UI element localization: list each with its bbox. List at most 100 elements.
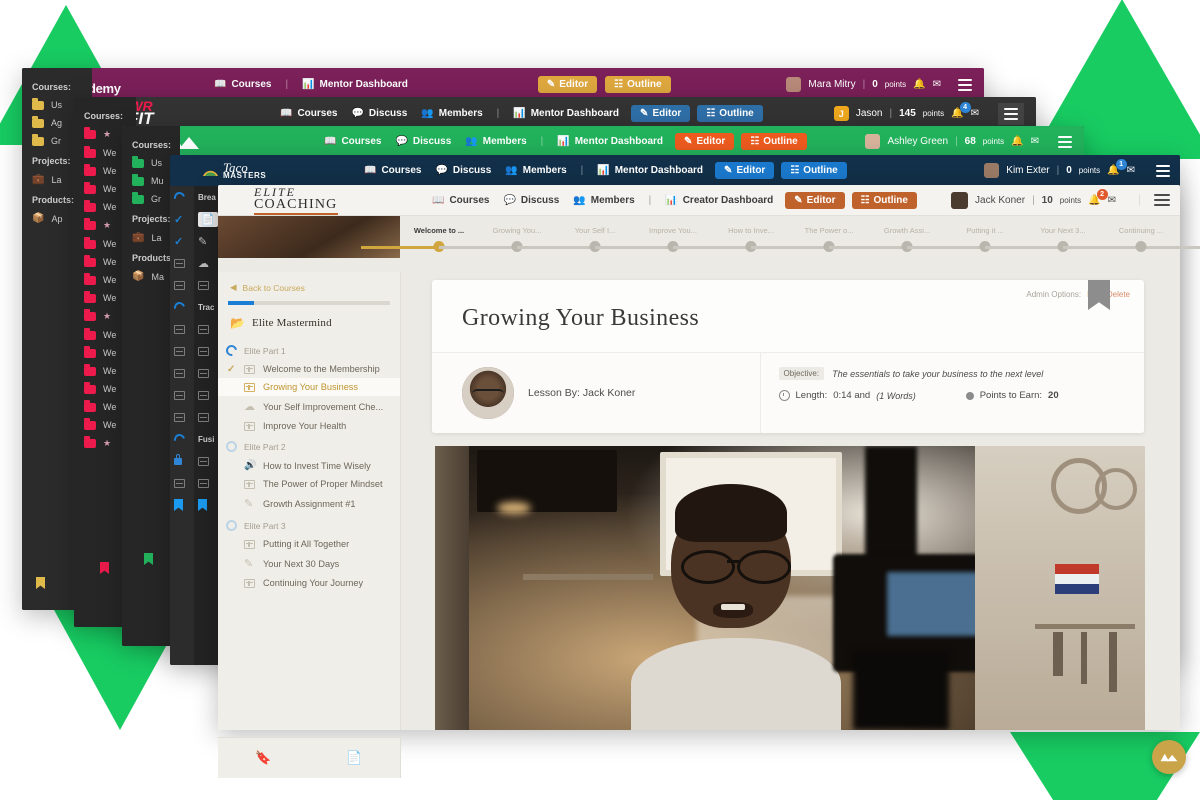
floating-action-button[interactable] [1152,740,1186,774]
folder-icon [132,155,144,168]
progress-step[interactable]: Improve You... [595,226,751,254]
user-menu-pwr-fit[interactable]: J Jason | 145 points 🔔 4 ✉ [833,102,1024,125]
nav-link-courses[interactable]: 📖 Courses [364,165,421,176]
inbox-icon[interactable]: ✉ [971,108,979,119]
nav-link-mentor-dashboard[interactable]: 📊 Mentor Dashboard [597,165,703,176]
nav-link-courses[interactable]: 📖 Courses [432,195,489,206]
inbox-icon[interactable]: ✉ [933,79,941,90]
nav-link-courses[interactable]: 📖 Courses [214,79,271,90]
sidebar-item-label: We [103,384,117,394]
lesson-list-item[interactable]: The Power of Proper Mindset [218,475,400,493]
bookmark-icon[interactable]: 🔖 [255,750,271,766]
logo-taco-masters[interactable]: Taco MASTERS [180,161,322,180]
notifications-bell-icon[interactable]: 🔔 [1011,136,1023,147]
users-icon: 👥 [421,108,434,119]
nav-link-discuss[interactable]: 💬 Discuss [351,108,407,119]
hamburger-menu-icon[interactable] [998,102,1024,125]
progress-step[interactable]: Your Next 3... [985,226,1141,254]
inbox-icon[interactable]: ✉ [1108,195,1116,206]
navbar-taco-masters: Taco MASTERS 📖 Courses 💬 Discuss 👥 Members … [170,155,1180,186]
nav-link-mentor-dashboard[interactable]: 📊 Mentor Dashboard [557,136,663,147]
notifications-bell-icon[interactable]: 🔔 4 [951,102,971,119]
lesson-section-title: Elite Part 3 [244,521,286,531]
notifications-bell-icon[interactable]: 🔔 2 [1088,188,1108,206]
nav-link-members[interactable]: 👥 Members [465,136,526,147]
course-title-row[interactable]: 📂 Elite Mastermind [218,313,400,339]
nav-link-mentor-dashboard[interactable]: 📊 Mentor Dashboard [513,108,619,119]
nav-label: Courses [231,79,272,90]
editor-button[interactable]: ✎ Editor [631,105,691,122]
nav-link-discuss[interactable]: 💬 Discuss [435,165,491,176]
slides-icon [244,578,255,588]
progress-step[interactable]: Welcome to ... [361,226,517,254]
progress-step[interactable]: Growing You... [439,226,595,254]
lesson-list-item[interactable]: ✓ Welcome to the Membership [218,360,400,378]
outline-button[interactable]: ☷ Outline [851,191,917,209]
nav-link-discuss[interactable]: 💬 Discuss [395,136,451,147]
delete-link[interactable]: Delete [1107,290,1130,299]
box-icon: 📦 [32,213,45,224]
hamburger-menu-icon[interactable] [1139,194,1170,206]
taco-icon [203,170,218,176]
lesson-section-header[interactable]: Elite Part 1 [218,339,400,360]
lesson-label: How to Invest Time Wisely [263,460,371,471]
lesson-list-item[interactable]: Growing Your Business [218,378,400,396]
screenshot-stage: App Academy 📖 Courses | 📊 Mentor Dashboa… [0,0,1200,800]
progress-step[interactable]: Your Self I... [517,226,673,254]
hamburger-menu-icon[interactable] [958,78,972,91]
user-menu-mountain[interactable]: Ashley Green | 68 points 🔔 ✉ [865,134,1072,149]
lesson-list-item[interactable]: Improve Your Health [218,417,400,435]
length-words: (1 Words) [876,390,916,401]
user-menu-app-academy[interactable]: Mara Mitry | 0 points 🔔 ✉ [786,77,972,92]
nav-link-mentor-dashboard[interactable]: 📊 Mentor Dashboard [302,79,408,90]
progress-step[interactable]: How to Inve... [673,226,829,254]
lesson-section-header[interactable]: Elite Part 2 [218,435,400,456]
editor-button[interactable]: ✎ Editor [537,76,598,93]
nav-link-creator-dashboard[interactable]: 📊 Creator Dashboard [665,195,773,206]
nav-link-discuss[interactable]: 💬 Discuss [503,195,559,206]
back-to-courses-link[interactable]: ◀ Back to Courses [218,272,400,299]
notifications-bell-icon[interactable]: 🔔 1 [1107,159,1127,176]
user-menu-elite[interactable]: Jack Koner | 10 points 🔔 2 ✉ [951,188,1170,209]
notifications-bell-icon[interactable]: 🔔 [913,79,925,90]
lesson-sidebar[interactable]: ◀ Back to Courses 📂 Elite Mastermind Eli… [218,272,401,730]
outline-button[interactable]: ☷ Outline [741,133,807,150]
hamburger-menu-icon[interactable] [1156,164,1170,177]
lesson-list-item[interactable]: ✎ Growth Assignment #1 [218,493,400,514]
lesson-list-item[interactable]: Continuing Your Journey [218,574,400,592]
lesson-section-title: Elite Part 2 [244,442,286,452]
nav-link-courses[interactable]: 📖 Courses [280,108,337,119]
progress-step[interactable]: Growth Assi... [829,226,985,254]
star-icon: ★ [103,220,112,230]
progress-step[interactable]: Continuing ... [1063,226,1200,254]
logo-elite-coaching[interactable]: ELITE COACHING [228,186,414,215]
folder-icon [84,254,96,267]
lesson-list-item[interactable]: 🔊 How to Invest Time Wisely [218,456,400,475]
progress-step[interactable]: The Power o... [751,226,907,254]
lesson-list-item[interactable]: ✎ Your Next 30 Days [218,553,400,574]
progress-step[interactable]: Putting it ... [907,226,1063,254]
editor-button[interactable]: ✎ Editor [785,191,845,209]
outline-button[interactable]: ☷ Outline [605,76,671,93]
lesson-list-item[interactable]: ☁ Your Self Improvement Che... [218,396,400,417]
editor-button[interactable]: ✎ Editor [675,133,735,150]
nav-link-courses[interactable]: 📖 Courses [324,136,381,147]
user-name: Jason [855,108,883,119]
hamburger-menu-icon[interactable] [1058,135,1072,148]
lesson-video-player[interactable] [435,446,1145,730]
nav-link-members[interactable]: 👥 Members [573,195,634,206]
lesson-section-header[interactable]: Elite Part 3 [218,514,400,535]
nav-link-members[interactable]: 👥 Members [421,108,482,119]
inbox-icon[interactable]: ✉ [1031,136,1039,147]
outline-button[interactable]: ☷ Outline [781,162,847,179]
editor-button[interactable]: ✎ Editor [715,162,775,179]
nav-link-members[interactable]: 👥 Members [505,165,566,176]
lesson-list-item[interactable]: Putting it All Together [218,535,400,553]
user-menu-taco-masters[interactable]: Kim Exter | 0 points 🔔 1 ✉ [984,159,1170,178]
notes-icon[interactable]: 📄 [346,750,362,766]
outline-button[interactable]: ☷ Outline [697,105,763,122]
lesson-progress-steps[interactable]: Welcome to ... Growing You... Your Self I.… [361,226,1200,262]
inbox-icon[interactable]: ✉ [1127,165,1135,176]
lesson-sidebar-footer[interactable]: 🔖 📄 [218,737,401,778]
lesson-label: Your Self Improvement Che... [263,401,384,412]
